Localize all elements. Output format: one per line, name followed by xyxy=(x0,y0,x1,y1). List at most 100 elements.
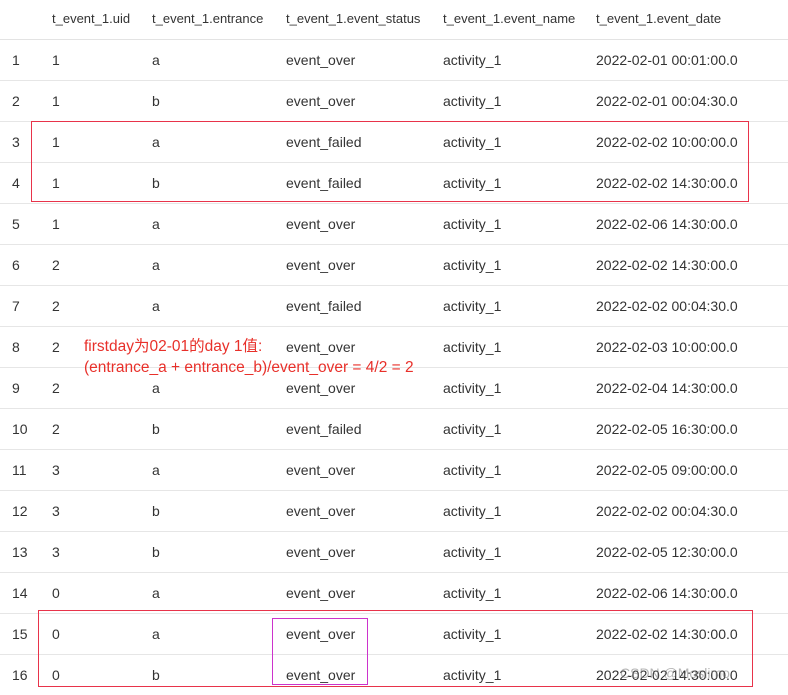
cell-event-date[interactable]: 2022-02-02 14:30:00.0 xyxy=(596,257,738,273)
table-row[interactable]: 3 1 a event_failed activity_1 2022-02-02… xyxy=(0,122,788,163)
cell-event-status[interactable]: event_failed xyxy=(286,175,362,191)
cell-entrance[interactable]: a xyxy=(152,257,160,273)
cell-entrance[interactable]: a xyxy=(152,462,160,478)
cell-event-name[interactable]: activity_1 xyxy=(443,339,501,355)
cell-event-name[interactable]: activity_1 xyxy=(443,585,501,601)
cell-event-name[interactable]: activity_1 xyxy=(443,380,501,396)
cell-event-status[interactable]: event_over xyxy=(286,93,355,109)
cell-uid[interactable]: 0 xyxy=(52,585,60,601)
cell-event-status[interactable]: event_over xyxy=(286,667,355,683)
cell-event-name[interactable]: activity_1 xyxy=(443,52,501,68)
cell-event-date[interactable]: 2022-02-01 00:04:30.0 xyxy=(596,93,738,109)
cell-entrance[interactable]: a xyxy=(152,626,160,642)
cell-event-name[interactable]: activity_1 xyxy=(443,667,501,683)
header-event-name[interactable]: t_event_1.event_name xyxy=(443,11,575,26)
cell-uid[interactable]: 3 xyxy=(52,544,60,560)
cell-event-date[interactable]: 2022-02-02 14:30:00.0 xyxy=(596,175,738,191)
table-row[interactable]: 1 1 a event_over activity_1 2022-02-01 0… xyxy=(0,40,788,81)
cell-uid[interactable]: 1 xyxy=(52,52,60,68)
cell-uid[interactable]: 2 xyxy=(52,339,60,355)
table-row[interactable]: 6 2 a event_over activity_1 2022-02-02 1… xyxy=(0,245,788,286)
cell-event-name[interactable]: activity_1 xyxy=(443,421,501,437)
cell-entrance[interactable]: b xyxy=(152,503,160,519)
cell-event-name[interactable]: activity_1 xyxy=(443,626,501,642)
cell-event-status[interactable]: event_over xyxy=(286,257,355,273)
cell-event-date[interactable]: 2022-02-06 14:30:00.0 xyxy=(596,585,738,601)
cell-event-name[interactable]: activity_1 xyxy=(443,175,501,191)
header-event-date[interactable]: t_event_1.event_date xyxy=(596,11,721,26)
cell-uid[interactable]: 2 xyxy=(52,298,60,314)
cell-event-status[interactable]: event_over xyxy=(286,380,355,396)
cell-event-date[interactable]: 2022-02-04 14:30:00.0 xyxy=(596,380,738,396)
cell-entrance[interactable]: b xyxy=(152,93,160,109)
cell-entrance[interactable]: b xyxy=(152,667,160,683)
cell-event-status[interactable]: event_over xyxy=(286,544,355,560)
cell-uid[interactable]: 3 xyxy=(52,503,60,519)
cell-event-date[interactable]: 2022-02-02 00:04:30.0 xyxy=(596,503,738,519)
table-row[interactable]: 10 2 b event_failed activity_1 2022-02-0… xyxy=(0,409,788,450)
cell-event-date[interactable]: 2022-02-06 14:30:00.0 xyxy=(596,216,738,232)
table-row[interactable]: 4 1 b event_failed activity_1 2022-02-02… xyxy=(0,163,788,204)
cell-event-date[interactable]: 2022-02-02 14:30:00.0 xyxy=(596,626,738,642)
header-event-status[interactable]: t_event_1.event_status xyxy=(286,11,420,26)
cell-entrance[interactable]: a xyxy=(152,134,160,150)
cell-uid[interactable]: 0 xyxy=(52,667,60,683)
table-row[interactable]: 7 2 a event_failed activity_1 2022-02-02… xyxy=(0,286,788,327)
cell-event-date[interactable]: 2022-02-02 10:00:00.0 xyxy=(596,134,738,150)
cell-event-name[interactable]: activity_1 xyxy=(443,462,501,478)
cell-event-date[interactable]: 2022-02-01 00:01:00.0 xyxy=(596,52,738,68)
cell-uid[interactable]: 2 xyxy=(52,380,60,396)
cell-event-date[interactable]: 2022-02-03 10:00:00.0 xyxy=(596,339,738,355)
cell-event-status[interactable]: event_failed xyxy=(286,298,362,314)
cell-event-date[interactable]: 2022-02-05 12:30:00.0 xyxy=(596,544,738,560)
table-row[interactable]: 14 0 a event_over activity_1 2022-02-06 … xyxy=(0,573,788,614)
cell-event-status[interactable]: event_over xyxy=(286,52,355,68)
cell-event-name[interactable]: activity_1 xyxy=(443,544,501,560)
cell-event-date[interactable]: 2022-02-05 09:00:00.0 xyxy=(596,462,738,478)
table-row[interactable]: 15 0 a event_over activity_1 2022-02-02 … xyxy=(0,614,788,655)
header-uid[interactable]: t_event_1.uid xyxy=(52,11,130,26)
cell-event-name[interactable]: activity_1 xyxy=(443,298,501,314)
cell-uid[interactable]: 1 xyxy=(52,216,60,232)
table-row[interactable]: 5 1 a event_over activity_1 2022-02-06 1… xyxy=(0,204,788,245)
table-row[interactable]: 13 3 b event_over activity_1 2022-02-05 … xyxy=(0,532,788,573)
cell-uid[interactable]: 1 xyxy=(52,175,60,191)
cell-event-name[interactable]: activity_1 xyxy=(443,503,501,519)
cell-uid[interactable]: 3 xyxy=(52,462,60,478)
cell-entrance[interactable]: a xyxy=(152,52,160,68)
cell-event-status[interactable]: event_over xyxy=(286,503,355,519)
cell-event-status[interactable]: event_failed xyxy=(286,134,362,150)
cell-entrance[interactable]: b xyxy=(152,421,160,437)
row-index: 11 xyxy=(12,462,27,478)
cell-entrance[interactable]: b xyxy=(152,175,160,191)
cell-uid[interactable]: 1 xyxy=(52,93,60,109)
cell-entrance[interactable]: a xyxy=(152,585,160,601)
cell-entrance[interactable]: a xyxy=(152,380,160,396)
table-row[interactable]: 2 1 b event_over activity_1 2022-02-01 0… xyxy=(0,81,788,122)
cell-uid[interactable]: 1 xyxy=(52,134,60,150)
cell-event-status[interactable]: event_over xyxy=(286,462,355,478)
table-row[interactable]: 12 3 b event_over activity_1 2022-02-02 … xyxy=(0,491,788,532)
cell-entrance[interactable]: a xyxy=(152,298,160,314)
cell-event-status[interactable]: event_over xyxy=(286,626,355,642)
cell-event-status[interactable]: event_failed xyxy=(286,421,362,437)
cell-event-name[interactable]: activity_1 xyxy=(443,93,501,109)
cell-uid[interactable]: 2 xyxy=(52,257,60,273)
cell-event-date[interactable]: 2022-02-02 00:04:30.0 xyxy=(596,298,738,314)
cell-event-status[interactable]: event_over xyxy=(286,216,355,232)
cell-uid[interactable]: 0 xyxy=(52,626,60,642)
cell-entrance[interactable]: a xyxy=(152,216,160,232)
annotation-note: firstday为02-01的day 1值: (entrance_a + ent… xyxy=(84,336,414,378)
cell-event-status[interactable]: event_over xyxy=(286,585,355,601)
cell-event-date[interactable]: 2022-02-05 16:30:00.0 xyxy=(596,421,738,437)
cell-event-name[interactable]: activity_1 xyxy=(443,216,501,232)
cell-event-name[interactable]: activity_1 xyxy=(443,257,501,273)
cell-entrance[interactable]: b xyxy=(152,544,160,560)
row-index: 13 xyxy=(12,544,28,560)
row-index: 16 xyxy=(12,667,28,683)
table-row[interactable]: 11 3 a event_over activity_1 2022-02-05 … xyxy=(0,450,788,491)
cell-uid[interactable]: 2 xyxy=(52,421,60,437)
cell-event-name[interactable]: activity_1 xyxy=(443,134,501,150)
row-index: 6 xyxy=(12,257,20,273)
header-entrance[interactable]: t_event_1.entrance xyxy=(152,11,263,26)
